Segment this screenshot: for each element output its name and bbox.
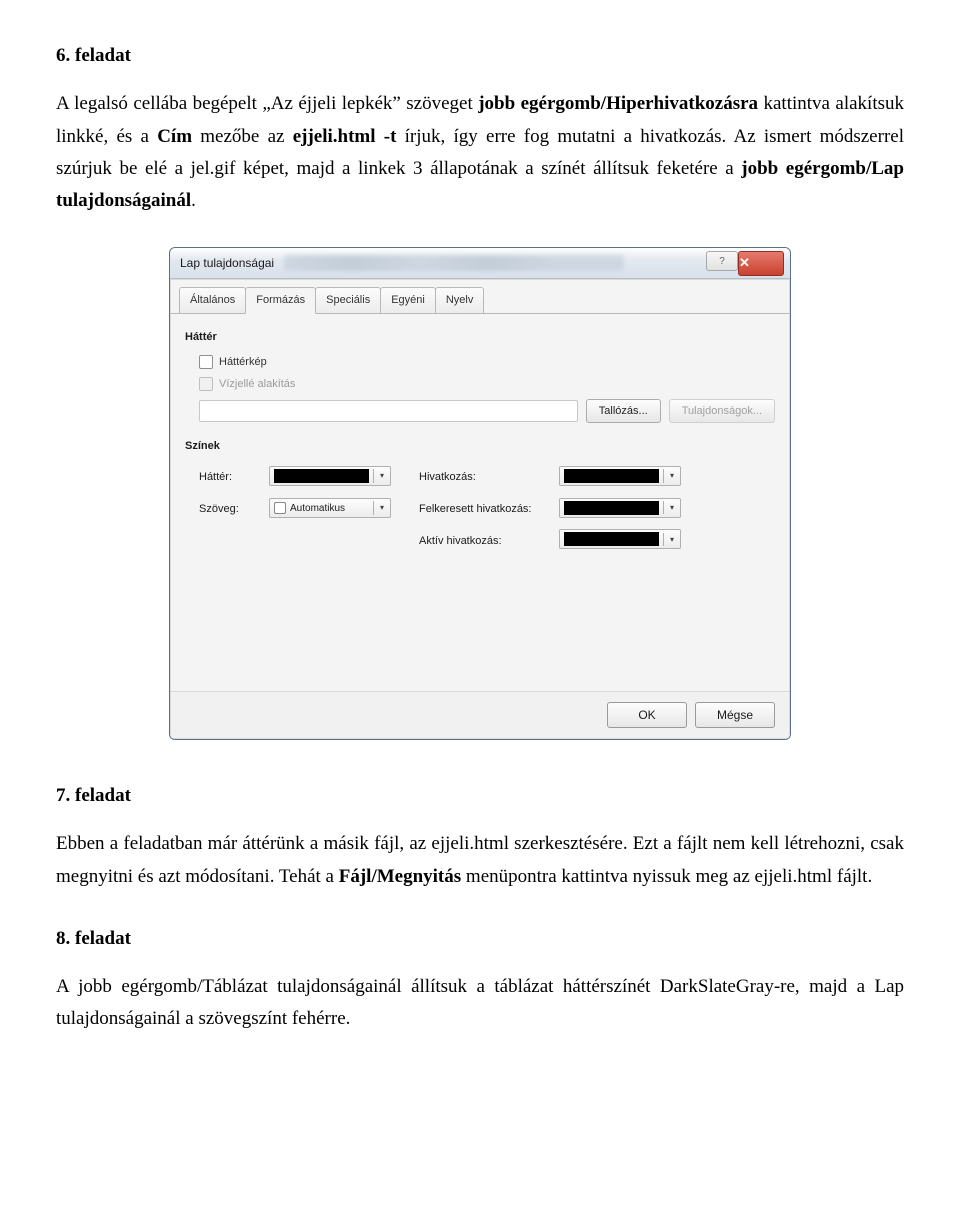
text: menüpontra kattintva nyissuk meg az ejje… [461,866,872,887]
watermark-checkbox-row: Vízjellé alakítás [199,375,775,394]
tab-language[interactable]: Nyelv [435,287,485,313]
background-image-checkbox-row[interactable]: Háttérkép [199,353,775,372]
color-swatch [564,469,659,483]
label-active-link: Aktív hivatkozás: [419,532,559,551]
label-background: Háttér: [199,468,269,487]
chevron-down-icon: ▾ [373,501,390,515]
tab-strip: Általános Formázás Speciális Egyéni Nyel… [171,280,789,313]
text-color-combo[interactable]: Automatikus ▾ [269,498,391,518]
color-swatch [564,532,659,546]
colors-group-title: Színek [185,437,775,456]
color-swatch [274,469,369,483]
checkbox-icon [274,502,286,514]
bold-text: Fájl/Megnyitás [339,866,461,887]
task6-paragraph: A legalsó cellába begépelt „Az éjjeli le… [56,88,904,217]
dialog-titlebar[interactable]: Lap tulajdonságai ? ✕ [170,248,790,279]
tab-special[interactable]: Speciális [315,287,381,313]
tab-general[interactable]: Általános [179,287,246,313]
label-text: Szöveg: [199,500,269,519]
bold-text: Cím [157,126,192,147]
close-icon: ✕ [739,255,750,270]
link-color-combo[interactable]: ▾ [559,466,681,486]
text: . [191,190,196,211]
background-color-combo[interactable]: ▾ [269,466,391,486]
help-button[interactable]: ? [706,251,738,271]
text: A legalsó cellába begépelt „Az éjjeli le… [56,93,478,114]
help-icon: ? [719,253,725,270]
cancel-button[interactable]: Mégse [695,702,775,728]
tab-custom[interactable]: Egyéni [380,287,436,313]
bold-text: jobb egérgomb/Hiperhivatkozásra [478,93,758,114]
task8-heading: 8. feladat [56,923,904,955]
chevron-down-icon: ▾ [663,469,680,483]
watermark-label: Vízjellé alakítás [219,375,295,394]
label-visited-link: Felkeresett hivatkozás: [419,500,559,519]
ok-button[interactable]: OK [607,702,687,728]
page-properties-dialog: Lap tulajdonságai ? ✕ Általános Formázás… [169,247,791,740]
bold-text: ejjeli.html -t [293,126,397,147]
dialog-title: Lap tulajdonságai [176,253,274,273]
chevron-down-icon: ▾ [663,501,680,515]
active-link-color-combo[interactable]: ▾ [559,529,681,549]
background-group-title: Háttér [185,328,775,347]
task6-heading: 6. feladat [56,40,904,72]
tab-formatting[interactable]: Formázás [245,287,316,314]
label-link: Hivatkozás: [419,468,559,487]
chevron-down-icon: ▾ [663,533,680,547]
checkbox-icon[interactable] [199,355,213,369]
task7-heading: 7. feladat [56,780,904,812]
chevron-down-icon: ▾ [373,469,390,483]
title-blur [284,255,624,271]
checkbox-icon [199,377,213,391]
background-image-label: Háttérkép [219,353,267,372]
close-button[interactable]: ✕ [738,251,784,275]
visited-link-color-combo[interactable]: ▾ [559,498,681,518]
browse-button[interactable]: Tallózás... [586,399,661,423]
task7-paragraph: Ebben a feladatban már áttérünk a másik … [56,828,904,893]
text: mezőbe az [192,126,293,147]
properties-button: Tulajdonságok... [669,399,775,423]
automatic-label: Automatikus [290,500,345,517]
background-path-input[interactable] [199,400,578,422]
task8-paragraph: A jobb egérgomb/Táblázat tulajdonságainá… [56,971,904,1036]
color-swatch [564,501,659,515]
